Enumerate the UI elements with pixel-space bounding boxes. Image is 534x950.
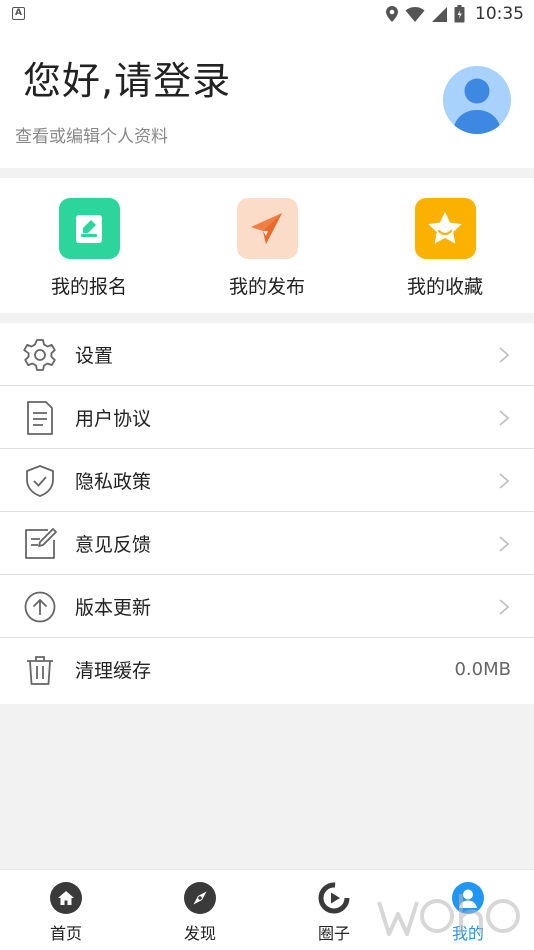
document-icon	[27, 401, 53, 435]
profile-header[interactable]: 您好,请登录 查看或编辑个人资料	[0, 28, 534, 168]
paper-plane-icon	[236, 198, 298, 259]
menu-item-settings[interactable]: 设置	[0, 323, 534, 386]
status-icons: 10:35	[385, 3, 524, 25]
home-icon	[50, 882, 82, 914]
shortcut-label: 我的收藏	[406, 276, 483, 298]
my-posts-shortcut[interactable]: 我的发布	[197, 198, 337, 299]
menu-item-user-agreement[interactable]: 用户协议	[0, 386, 534, 449]
user-avatar-icon[interactable]	[443, 66, 511, 134]
circle-play-icon	[318, 882, 350, 914]
trash-icon	[27, 656, 53, 685]
signal-icon	[432, 6, 447, 22]
chevron-right-icon	[499, 410, 510, 426]
menu-item-version-update[interactable]: 版本更新	[0, 575, 534, 638]
menu-item-label: 意见反馈	[75, 534, 152, 556]
menu-item-feedback[interactable]: 意见反馈	[0, 512, 534, 575]
menu-item-privacy-policy[interactable]: 隐私政策	[0, 449, 534, 512]
shield-check-icon	[26, 465, 54, 497]
profile-subtitle: 查看或编辑个人资料	[15, 127, 168, 147]
clock: 10:35	[475, 4, 524, 24]
chevron-right-icon	[499, 473, 510, 489]
menu-item-label: 版本更新	[75, 597, 152, 619]
tab-circle[interactable]: 圈子	[294, 882, 374, 944]
tab-label: 圈子	[317, 924, 350, 943]
my-favorites-shortcut[interactable]: 我的收藏	[375, 198, 515, 299]
menu-item-clear-cache[interactable]: 清理缓存 0.0MB	[0, 638, 534, 704]
shortcut-label: 我的发布	[228, 276, 305, 298]
tab-label: 发现	[183, 924, 216, 943]
menu-item-label: 清理缓存	[75, 660, 152, 682]
chevron-right-icon	[499, 536, 510, 552]
watermark-logo	[377, 894, 520, 936]
gear-icon	[23, 339, 56, 371]
edit-note-icon	[58, 198, 120, 259]
chevron-right-icon	[499, 599, 510, 615]
cache-size: 0.0MB	[454, 659, 511, 680]
greeting-title[interactable]: 您好,请登录	[23, 50, 231, 105]
battery-icon	[454, 5, 465, 23]
chevron-right-icon	[499, 347, 510, 363]
shortcut-label: 我的报名	[50, 276, 127, 298]
shortcut-panel: 我的报名 我的发布 我的收藏	[0, 178, 534, 313]
location-icon	[386, 6, 398, 22]
settings-menu: 设置 用户协议 隐私政策 意见反馈 版本更新 清理缓存 0.0MB	[0, 323, 534, 704]
menu-item-label: 用户协议	[75, 408, 152, 430]
feedback-edit-icon	[25, 528, 57, 559]
star-icon	[414, 198, 476, 259]
status-bar: A 10:35	[0, 0, 534, 28]
tab-label: 首页	[49, 924, 82, 943]
menu-item-label: 隐私政策	[75, 471, 152, 493]
menu-item-label: 设置	[75, 345, 114, 367]
notification-icon: A	[12, 7, 25, 20]
my-registrations-shortcut[interactable]: 我的报名	[19, 198, 159, 299]
compass-icon	[184, 882, 216, 914]
tab-home[interactable]: 首页	[26, 882, 106, 944]
wifi-icon	[405, 6, 425, 22]
tab-discover[interactable]: 发现	[160, 882, 240, 944]
upload-circle-icon	[24, 591, 56, 623]
